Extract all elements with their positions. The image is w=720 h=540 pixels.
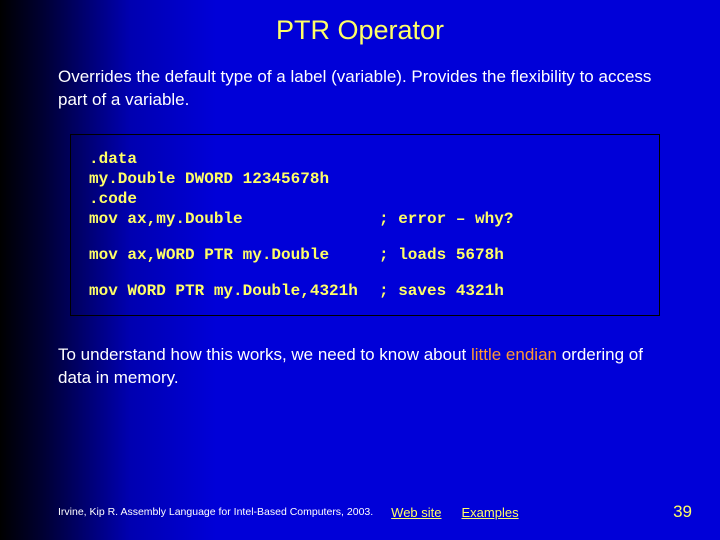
code-line: my.Double DWORD 12345678h [89, 169, 379, 189]
page-number: 39 [673, 502, 720, 522]
slide-description: Overrides the default type of a label (v… [0, 46, 720, 112]
footer-link-examples[interactable]: Examples [462, 505, 519, 520]
code-line-comment: ; loads 5678h [379, 245, 641, 265]
explain-text-pre: To understand how this works, we need to… [58, 345, 471, 364]
code-line: .data [89, 149, 379, 169]
slide-footer: Irvine, Kip R. Assembly Language for Int… [0, 502, 720, 522]
code-line-left: mov ax,WORD PTR my.Double [89, 245, 379, 265]
slide-title: PTR Operator [0, 0, 720, 46]
keyword-little-endian: little endian [471, 345, 557, 364]
code-line-left: mov ax,my.Double [89, 209, 379, 229]
footer-link-website[interactable]: Web site [391, 505, 441, 520]
slide-explanation: To understand how this works, we need to… [0, 316, 720, 390]
code-line-left: mov WORD PTR my.Double,4321h [89, 281, 379, 301]
code-line: .code [89, 189, 379, 209]
code-line-comment: ; error – why? [379, 209, 641, 229]
code-line-comment: ; saves 4321h [379, 281, 641, 301]
footer-credit: Irvine, Kip R. Assembly Language for Int… [0, 506, 373, 518]
code-block: .data my.Double DWORD 12345678h .code mo… [70, 134, 660, 316]
